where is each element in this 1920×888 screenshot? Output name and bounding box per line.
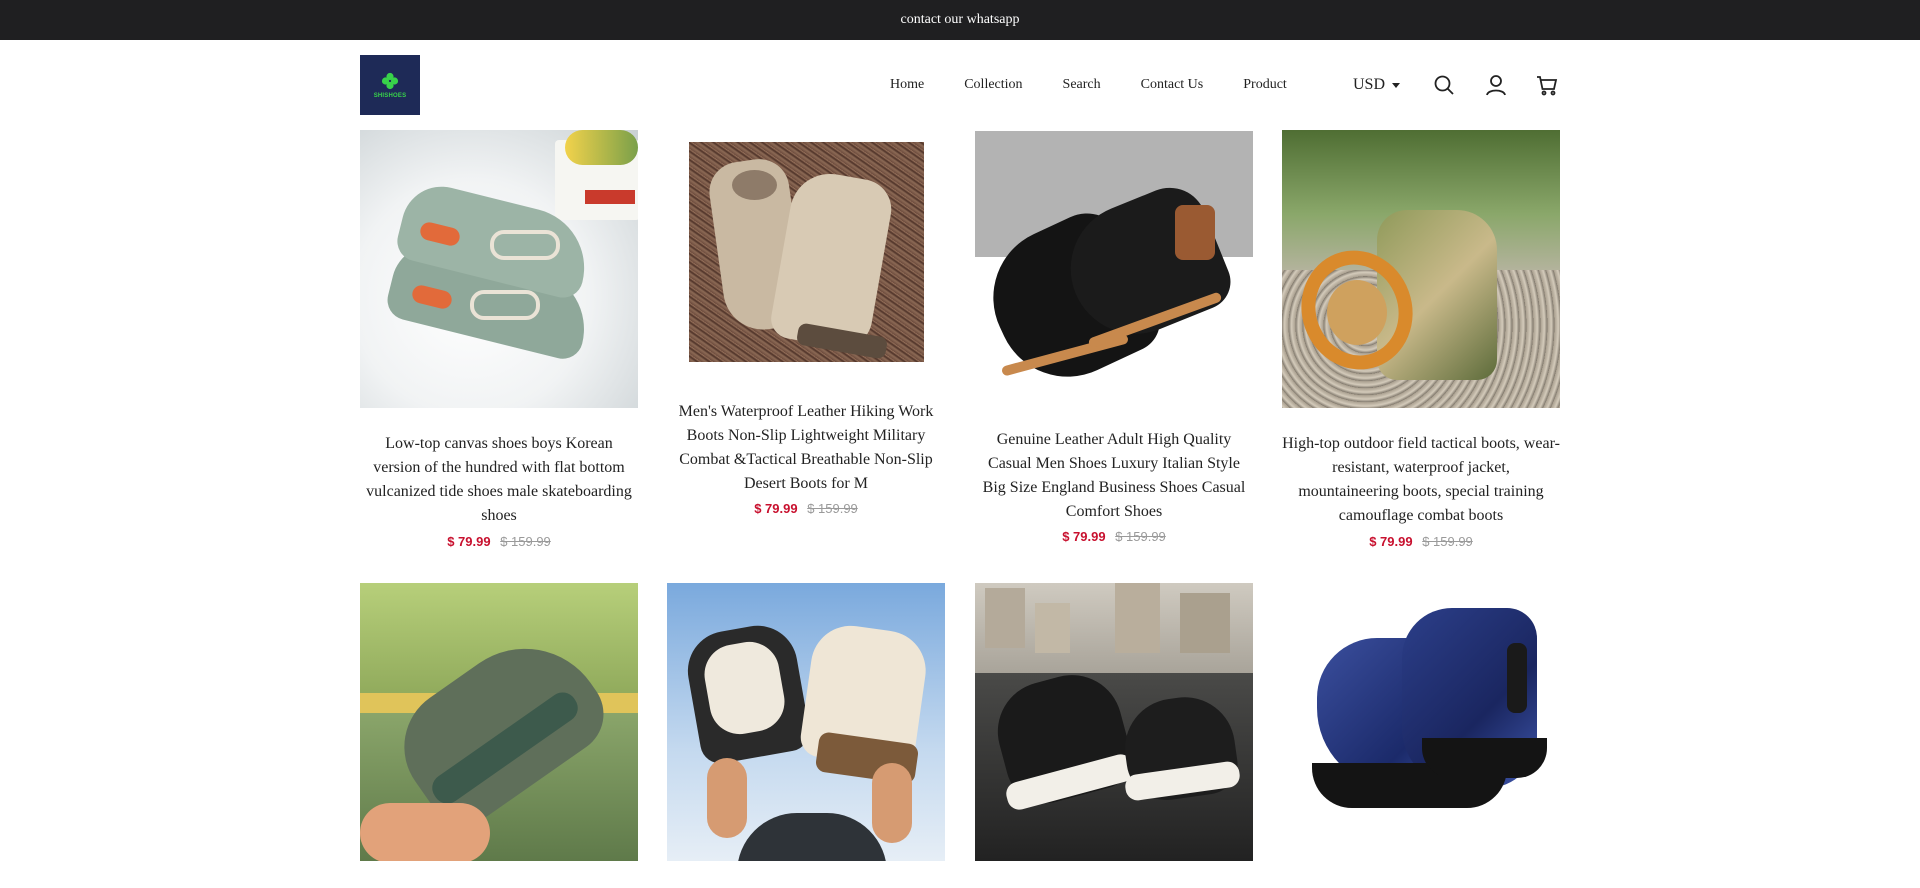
cart-icon (1537, 76, 1558, 96)
original-price: $ 159.99 (1115, 529, 1166, 544)
nav-collection[interactable]: Collection (964, 77, 1022, 93)
product-image[interactable] (667, 130, 945, 408)
product-prices: $ 79.99 $ 159.99 (360, 534, 638, 549)
product-image[interactable] (975, 583, 1253, 861)
account-icon (1486, 75, 1506, 96)
product-title[interactable]: Men's Waterproof Leather Hiking Work Boo… (667, 400, 945, 496)
product-prices: $ 79.99 $ 159.99 (667, 501, 945, 516)
product-title[interactable]: Low-top canvas shoes boys Korean version… (360, 432, 638, 528)
product-title[interactable]: Genuine Leather Adult High Quality Casua… (975, 428, 1253, 524)
currency-label: USD (1353, 76, 1386, 93)
product-image[interactable] (975, 130, 1253, 408)
nav-home[interactable]: Home (890, 77, 924, 93)
original-price: $ 159.99 (500, 534, 551, 549)
site-header: SHISHOES Home Collection Search Contact … (360, 55, 1560, 115)
search-icon (1434, 75, 1454, 95)
clover-logo-icon (381, 72, 399, 89)
logo-wordmark: SHISHOES (373, 92, 407, 99)
account-button[interactable] (1483, 72, 1509, 98)
product-title[interactable]: High-top outdoor field tactical boots, w… (1282, 432, 1560, 528)
announcement-text[interactable]: contact our whatsapp (901, 12, 1020, 28)
nav-product[interactable]: Product (1243, 77, 1287, 93)
nav-search[interactable]: Search (1063, 77, 1101, 93)
announcement-bar: contact our whatsapp (0, 0, 1920, 40)
original-price: $ 159.99 (1422, 534, 1473, 549)
original-price: $ 159.99 (807, 501, 858, 516)
product-prices: $ 79.99 $ 159.99 (975, 529, 1253, 544)
sale-price: $ 79.99 (1062, 529, 1106, 544)
product-image[interactable] (360, 583, 638, 861)
product-prices: $ 79.99 $ 159.99 (1282, 534, 1560, 549)
product-image[interactable] (1282, 583, 1560, 861)
search-button[interactable] (1431, 72, 1457, 98)
product-image[interactable] (360, 130, 638, 408)
chevron-down-icon (1392, 82, 1401, 88)
product-image[interactable] (667, 583, 945, 861)
sale-price: $ 79.99 (447, 534, 491, 549)
product-image[interactable] (1282, 130, 1560, 408)
main-nav: Home Collection Search Contact Us Produc… (890, 55, 1287, 115)
nav-contact-us[interactable]: Contact Us (1141, 77, 1204, 93)
sale-price: $ 79.99 (1369, 534, 1413, 549)
cart-button[interactable] (1534, 72, 1560, 98)
sale-price: $ 79.99 (754, 501, 798, 516)
store-logo[interactable]: SHISHOES (360, 55, 420, 115)
currency-selector[interactable]: USD (1353, 55, 1401, 115)
